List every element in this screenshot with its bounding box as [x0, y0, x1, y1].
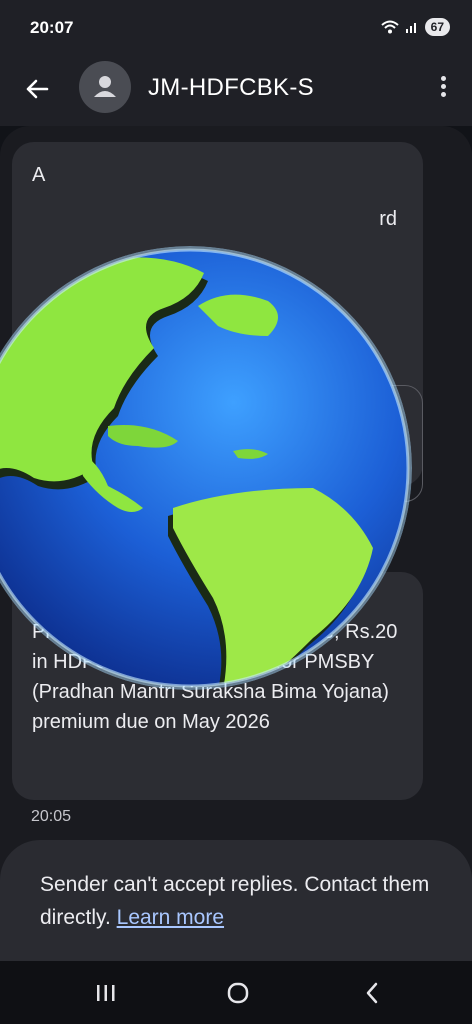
recents-icon[interactable] [86, 979, 126, 1007]
status-bar: 20:07 67 [0, 0, 472, 56]
signal-icon [405, 23, 416, 33]
learn-more-link[interactable]: Learn more [117, 906, 224, 929]
wifi-icon [380, 20, 399, 34]
app-bar: JM-HDFCBK-S [0, 56, 472, 126]
arrow-left-icon[interactable] [22, 74, 52, 104]
reply-notice: Sender can't accept replies. Contact the… [0, 840, 472, 961]
sender-name[interactable]: JM-HDFCBK-S [148, 74, 314, 102]
message-text-partial: A [32, 164, 46, 186]
status-icons: 67 [380, 18, 450, 36]
notice-text: Sender can't accept replies. Contact the… [40, 873, 430, 929]
status-time: 20:07 [30, 18, 74, 37]
battery-level: 67 [424, 18, 450, 36]
conversation-area[interactable]: A rd Renewal Due: Please maintain suffic… [0, 126, 472, 961]
avatar[interactable] [79, 61, 131, 113]
more-vert-icon[interactable] [436, 73, 450, 103]
home-icon[interactable] [218, 979, 258, 1007]
navigation-bar [0, 961, 472, 1024]
message-text-partial-end: rd [379, 208, 397, 230]
back-chevron-icon[interactable] [352, 979, 392, 1007]
message-timestamp: 20:05 [31, 808, 72, 825]
person-icon [94, 76, 116, 97]
